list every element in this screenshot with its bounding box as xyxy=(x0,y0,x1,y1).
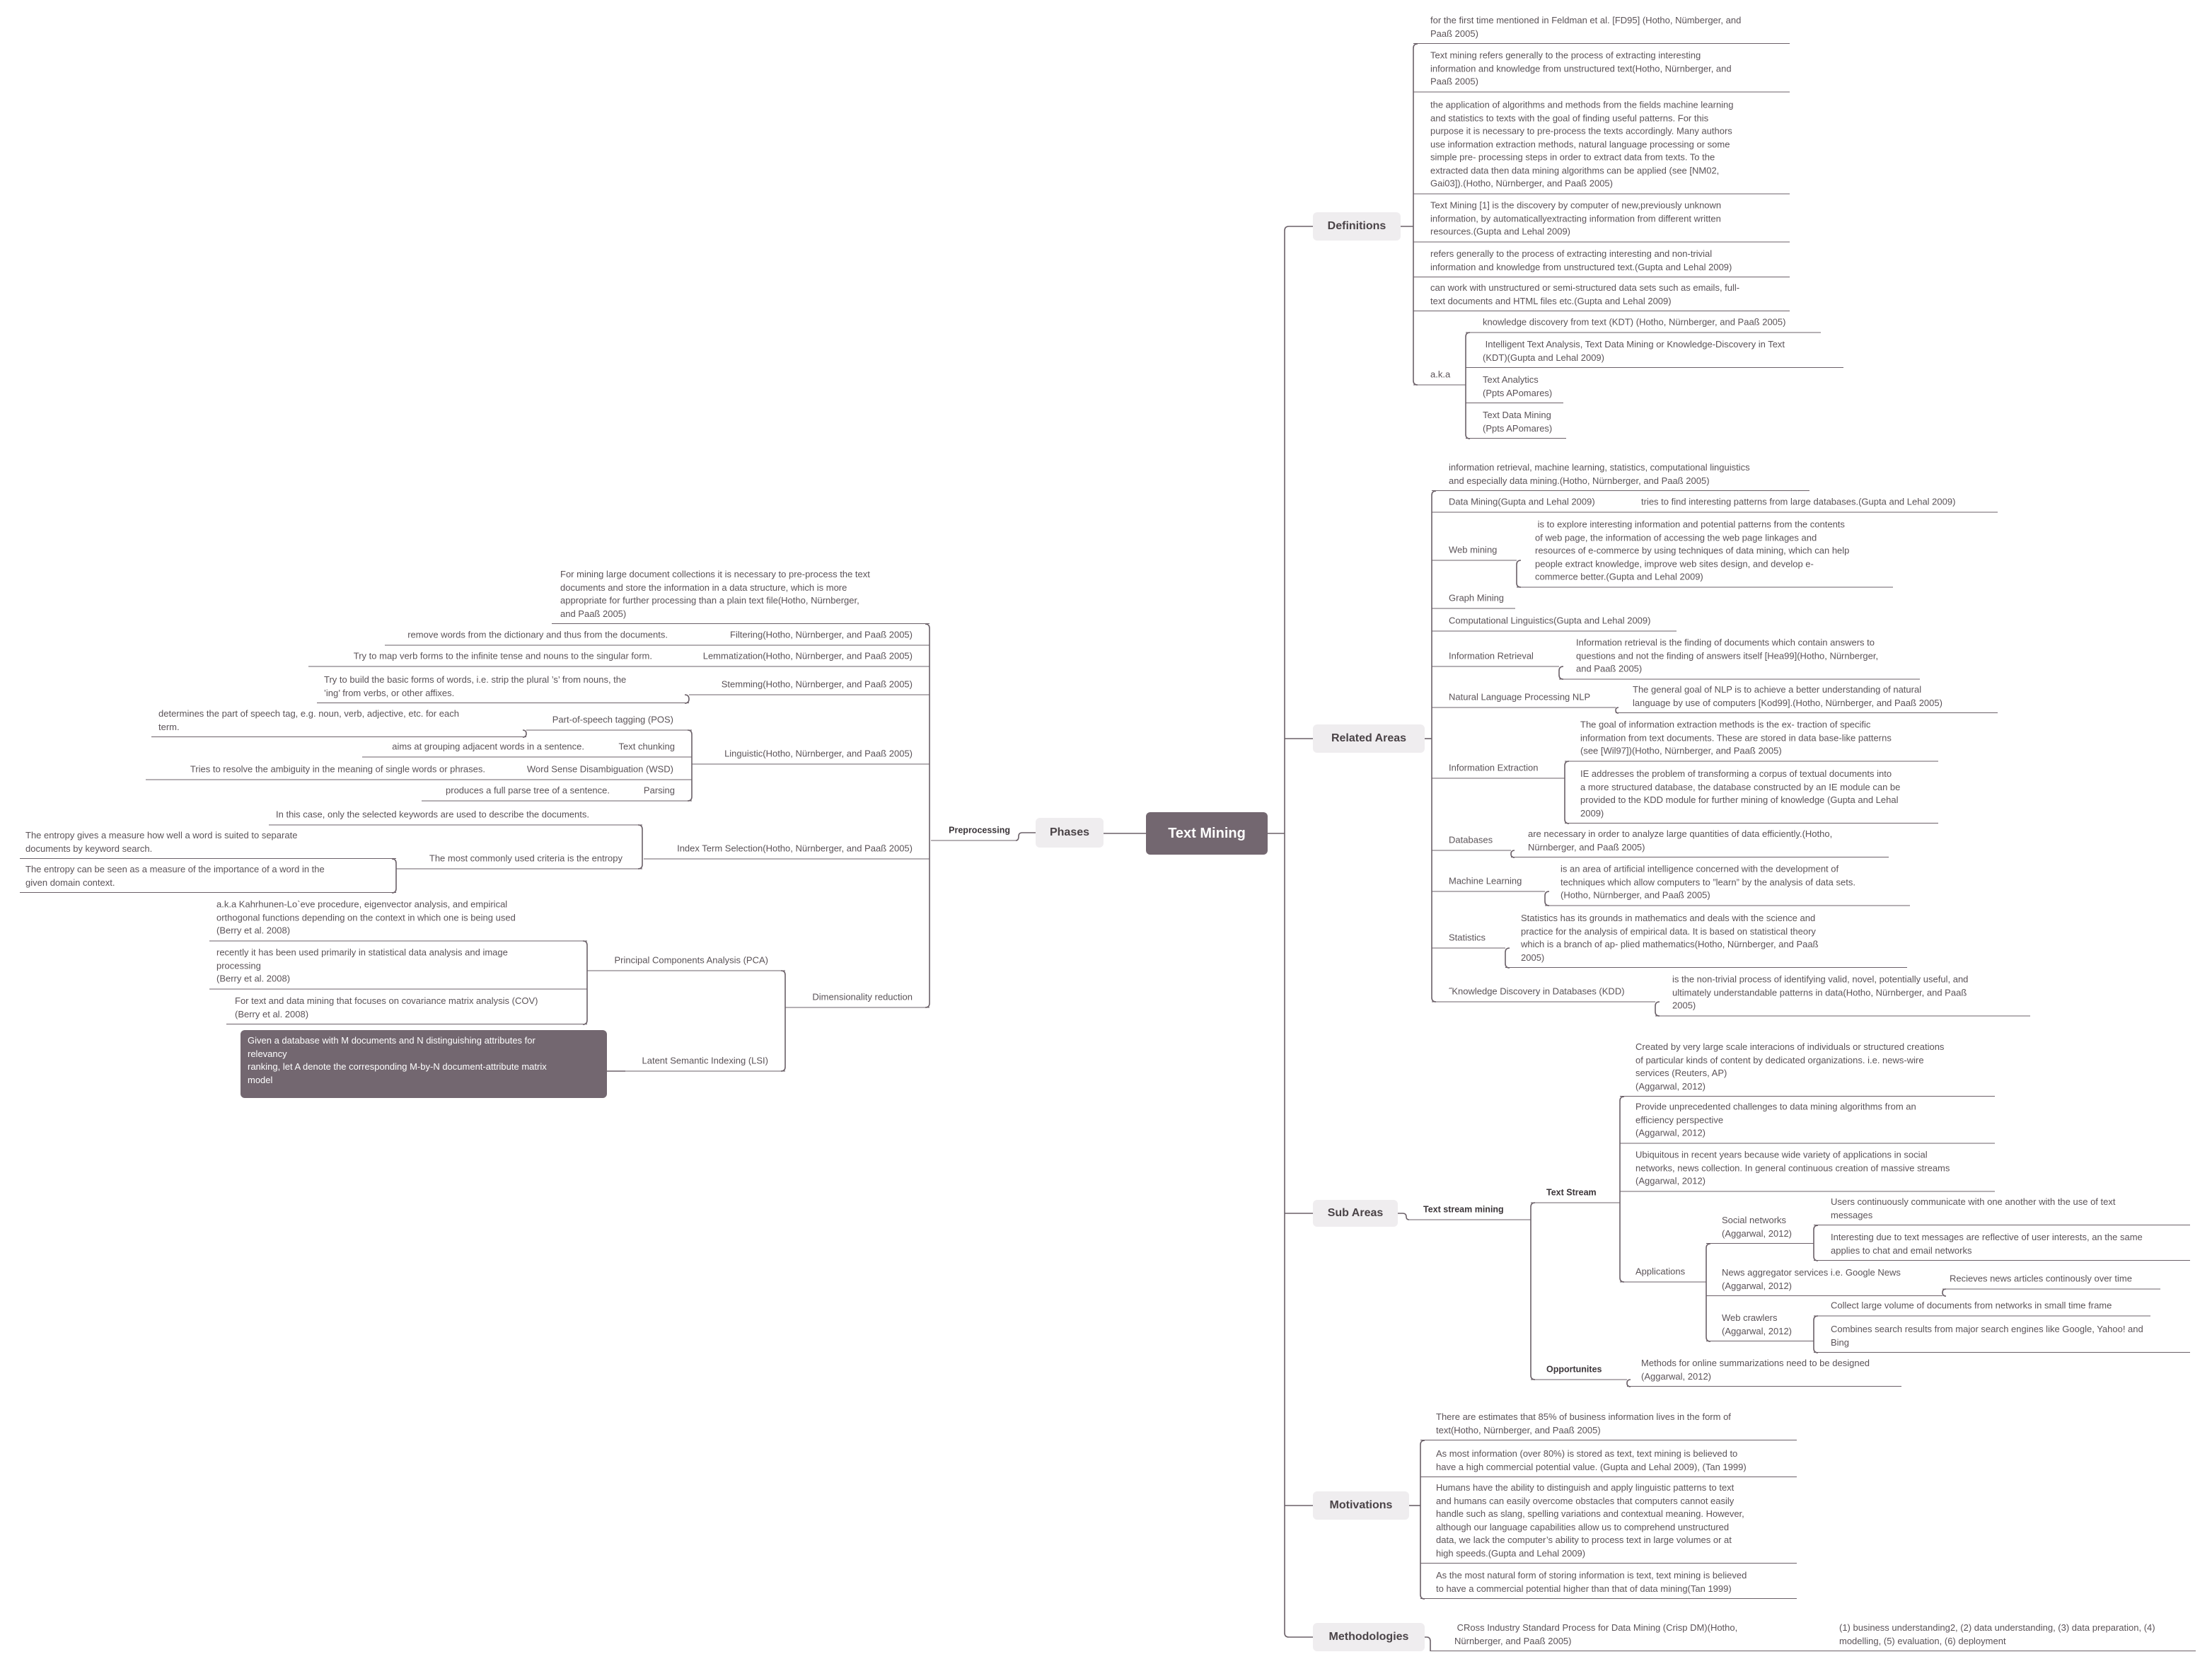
subtopic-dimensionality-reduction[interactable]: Dimensionality reduction xyxy=(785,991,930,1007)
branch-connector xyxy=(1530,1202,1536,1380)
linguistic-wsd[interactable]: Word Sense Disambiguation (WSD) xyxy=(506,763,692,780)
definition-item[interactable]: refers generally to the process of extra… xyxy=(1413,248,1790,277)
related-area-detail[interactable]: is the non-trivial process of identifyin… xyxy=(1655,973,2030,1016)
subtopic-applications[interactable]: Applications xyxy=(1620,1266,1706,1282)
aka-item[interactable]: Text Analytics (Ppts APomares) xyxy=(1466,374,1563,403)
definition-item[interactable]: Text mining refers generally to the proc… xyxy=(1413,50,1790,92)
aka-item[interactable]: Intelligent Text Analysis, Text Data Min… xyxy=(1466,338,1843,368)
entropy-criteria[interactable]: The most commonly used criteria is the e… xyxy=(396,853,642,869)
application-web-crawlers[interactable]: Web crawlers (Aggarwal, 2012) xyxy=(1706,1312,1814,1341)
related-area-information-extraction[interactable]: Information Extraction xyxy=(1432,762,1565,778)
entropy-detail[interactable]: The entropy gives a measure how well a w… xyxy=(20,829,396,859)
related-area-detail[interactable]: IE addresses the problem of transforming… xyxy=(1565,768,1938,824)
related-area-detail[interactable]: Statistics has its grounds in mathematic… xyxy=(1505,912,1907,968)
subtopic-index-term-selection[interactable]: Index Term Selection(Hotho, Nürnberger, … xyxy=(644,843,930,859)
definition-item[interactable]: can work with unstructured or semi-struc… xyxy=(1413,282,1790,311)
related-area-detail[interactable]: is to explore interesting information an… xyxy=(1517,519,1893,587)
topic-link xyxy=(1425,1636,1431,1651)
methodology-crisp-dm[interactable]: CRoss Industry Standard Process for Data… xyxy=(1430,1622,1825,1651)
text-chunking-detail[interactable]: aims at grouping adjacent words in a sen… xyxy=(362,741,606,757)
lsi-topic[interactable]: Latent Semantic Indexing (LSI) xyxy=(625,1055,785,1071)
wsd-detail[interactable]: Tries to resolve the ambiguity in the me… xyxy=(146,763,506,780)
branch-connector xyxy=(1284,226,1290,1638)
linguistic-pos-tagging[interactable]: Part-of-speech tagging (POS) xyxy=(526,714,692,730)
stemming-detail[interactable]: Try to build the basic forms of words, i… xyxy=(317,674,689,703)
index-term-keywords-note[interactable]: In this case, only the selected keywords… xyxy=(269,809,642,825)
pos-tagging-detail[interactable]: determines the part of speech tag, e.g. … xyxy=(151,707,526,737)
related-area-detail[interactable]: The goal of information extraction metho… xyxy=(1565,719,1938,761)
topic-link xyxy=(1398,1213,1410,1220)
related-areas-overview[interactable]: information retrieval, machine learning,… xyxy=(1432,461,1809,491)
pca-topic[interactable]: Principal Components Analysis (PCA) xyxy=(587,954,785,971)
pca-detail[interactable]: recently it has been used primarily in s… xyxy=(209,947,587,989)
pca-detail[interactable]: For text and data mining that focuses on… xyxy=(226,995,587,1024)
mind-map-canvas[interactable]: Text Mining Phases Preprocessing For min… xyxy=(0,0,2212,1664)
methodology-detail[interactable]: (1) business understanding2, (2) data un… xyxy=(1825,1622,2196,1651)
related-area-data-mining[interactable]: Data Mining(Gupta and Lehal 2009) xyxy=(1432,496,1627,512)
motivation-item[interactable]: Humans have the ability to distinguish a… xyxy=(1420,1481,1797,1564)
branch-connector xyxy=(1942,1288,1947,1297)
related-area-kdd[interactable]: ˝Knowledge Discovery in Databases (KDD) xyxy=(1432,986,1655,1002)
subtopic-text-stream-mining[interactable]: Text stream mining xyxy=(1409,1203,1531,1220)
motivation-item[interactable]: There are estimates that 85% of business… xyxy=(1420,1411,1797,1440)
definition-item[interactable]: Text Mining [1] is the discovery by comp… xyxy=(1413,200,1790,242)
related-area-information-retrieval[interactable]: Information Retrieval xyxy=(1432,650,1559,666)
related-area-nlp[interactable]: Natural Language Processing NLP xyxy=(1432,691,1616,707)
application-news-aggregator[interactable]: News aggregator services i.e. Google New… xyxy=(1706,1266,1942,1296)
entropy-detail[interactable]: The entropy can be seen as a measure of … xyxy=(20,863,396,893)
preprocessing-intro[interactable]: For mining large document collections it… xyxy=(552,568,930,624)
related-area-databases[interactable]: Databases xyxy=(1432,834,1511,850)
text-stream-note[interactable]: Ubiquitous in recent years because wide … xyxy=(1620,1149,1995,1191)
subtopic-stemming[interactable]: Stemming(Hotho, Nürnberger, and Paaß 200… xyxy=(689,678,930,695)
application-detail[interactable]: Users continuously communicate with one … xyxy=(1814,1196,2190,1225)
definition-item[interactable]: the application of algorithms and method… xyxy=(1413,99,1790,194)
filtering-detail[interactable]: remove words from the dictionary and thu… xyxy=(385,629,679,645)
aka-item[interactable]: knowledge discovery from text (KDT) (Hot… xyxy=(1466,316,1821,333)
related-area-web-mining[interactable]: Web mining xyxy=(1432,544,1517,560)
topic-phases[interactable]: Phases xyxy=(1036,818,1104,848)
central-topic[interactable]: Text Mining xyxy=(1146,812,1268,855)
topic-sub-areas[interactable]: Sub Areas xyxy=(1313,1200,1398,1227)
topic-motivations[interactable]: Motivations xyxy=(1313,1491,1409,1520)
text-stream-note[interactable]: Created by very large scale interacions … xyxy=(1620,1041,1995,1097)
related-area-machine-learning[interactable]: Machine Learning xyxy=(1432,875,1545,891)
subtopic-linguistic[interactable]: Linguistic(Hotho, Nürnberger, and Paaß 2… xyxy=(692,748,930,764)
topic-methodologies[interactable]: Methodologies xyxy=(1313,1623,1425,1651)
related-area-detail[interactable]: The general goal of NLP is to achieve a … xyxy=(1616,683,1998,713)
topic-definitions[interactable]: Definitions xyxy=(1313,212,1401,241)
subtopic-lemmatization[interactable]: Lemmatization(Hotho, Nürnberger, and Paa… xyxy=(671,650,930,666)
application-detail[interactable]: Collect large volume of documents from n… xyxy=(1814,1300,2150,1316)
related-area-detail[interactable]: are necessary in order to analyze large … xyxy=(1511,828,1889,857)
aka-item[interactable]: Text Data Mining (Ppts APomares) xyxy=(1466,409,1566,439)
application-detail[interactable]: Recieves news articles continously over … xyxy=(1942,1273,2160,1289)
related-area-computational-linguistics[interactable]: Computational Linguistics(Gupta and Leha… xyxy=(1432,615,1677,631)
linguistic-text-chunking[interactable]: Text chunking xyxy=(606,741,692,757)
related-area-graph-mining[interactable]: Graph Mining xyxy=(1432,592,1515,608)
related-area-detail[interactable]: Information retrieval is the finding of … xyxy=(1559,637,1920,679)
application-detail[interactable]: Interesting due to text messages are ref… xyxy=(1814,1231,2190,1261)
subtopic-text-stream[interactable]: Text Stream xyxy=(1531,1186,1620,1203)
application-social-networks[interactable]: Social networks (Aggarwal, 2012) xyxy=(1706,1214,1814,1244)
related-area-detail[interactable]: is an area of artificial intelligence co… xyxy=(1545,863,1910,906)
definition-item[interactable]: for the first time mentioned in Feldman … xyxy=(1413,14,1790,44)
subtopic-filtering[interactable]: Filtering(Hotho, Nürnberger, and Paaß 20… xyxy=(679,629,930,645)
pca-detail[interactable]: a.k.a Kahrhunen-Lo`eve procedure, eigenv… xyxy=(209,899,587,941)
lsi-detail-highlighted[interactable]: Given a database with M documents and N … xyxy=(241,1030,607,1098)
topic-link xyxy=(1015,832,1036,841)
branch-connector xyxy=(1431,490,1437,1003)
opportunity-detail[interactable]: Methods for online summarizations need t… xyxy=(1627,1357,1901,1387)
subtopic-opportunities[interactable]: Opportunites xyxy=(1531,1363,1627,1380)
lemmatization-detail[interactable]: Try to map verb forms to the infinite te… xyxy=(308,650,671,666)
definition-aka[interactable]: a.k.a xyxy=(1413,369,1466,385)
related-area-statistics[interactable]: Statistics xyxy=(1432,932,1505,948)
parsing-detail[interactable]: produces a full parse tree of a sentence… xyxy=(422,785,631,801)
motivation-item[interactable]: As the most natural form of storing info… xyxy=(1420,1569,1797,1599)
topic-related-areas[interactable]: Related Areas xyxy=(1313,724,1425,753)
related-area-detail[interactable]: tries to find interesting patterns from … xyxy=(1627,496,1998,512)
application-detail[interactable]: Combines search results from major searc… xyxy=(1814,1323,2190,1353)
linguistic-parsing[interactable]: Parsing xyxy=(631,785,692,801)
text-stream-note[interactable]: Provide unprecedented challenges to data… xyxy=(1620,1101,1995,1143)
subtopic-preprocessing[interactable]: Preprocessing xyxy=(931,824,1016,840)
motivation-item[interactable]: As most information (over 80%) is stored… xyxy=(1420,1448,1797,1477)
